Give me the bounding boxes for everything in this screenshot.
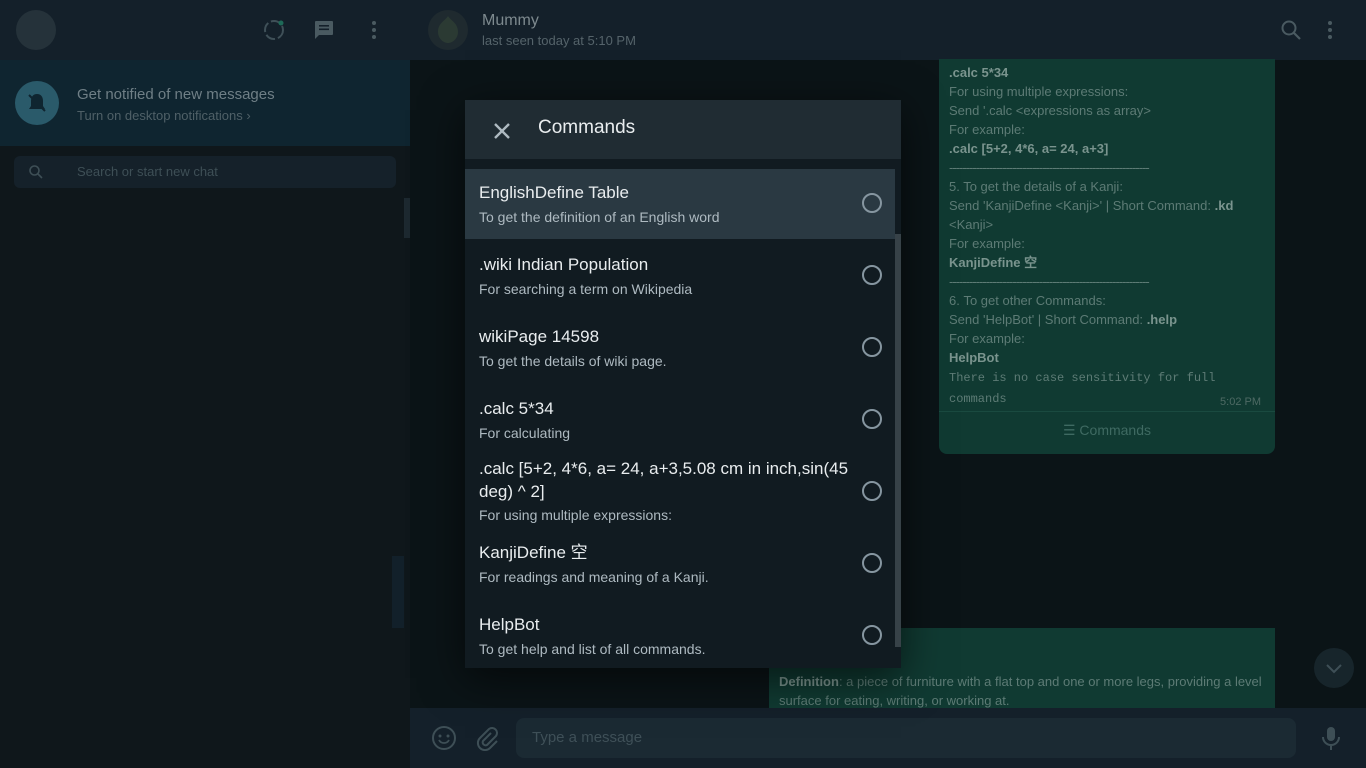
contact-status: last seen today at 5:10 PM [482, 33, 636, 48]
search-input[interactable]: Search or start new chat [14, 156, 396, 188]
command-radio[interactable] [862, 481, 882, 501]
my-avatar[interactable] [16, 10, 56, 50]
message-placeholder: Type a message [532, 729, 643, 746]
scroll-down-button[interactable] [1314, 648, 1354, 688]
command-description: For using multiple expressions: [479, 507, 672, 523]
message-time: 5:02 PM [1220, 396, 1261, 408]
message-input[interactable]: Type a message [516, 718, 1296, 758]
command-title: KanjiDefine 空 [479, 543, 588, 562]
command-title: .calc 5*34 [479, 399, 554, 418]
commands-button[interactable]: ☰ Commands [939, 421, 1275, 440]
search-icon [29, 165, 43, 179]
command-radio[interactable] [862, 625, 882, 645]
bell-off-icon [15, 81, 59, 125]
divider [939, 411, 1275, 412]
emoji-icon[interactable] [431, 725, 457, 751]
notification-link[interactable]: Turn on desktop notifications › [77, 108, 251, 123]
search-placeholder: Search or start new chat [77, 164, 218, 179]
new-chat-icon[interactable] [312, 18, 336, 42]
command-item[interactable]: .wiki Indian Population For searching a … [465, 241, 895, 311]
definition-label: Definition [779, 674, 839, 689]
command-item[interactable]: EnglishDefine Table To get the definitio… [465, 169, 895, 239]
command-item[interactable]: .calc 5*34 For calculating [465, 385, 895, 455]
notification-banner[interactable]: Get notified of new messages Turn on des… [0, 60, 410, 146]
command-title: .calc [5+2, 4*6, a= 24, a+3,5.08 cm in i… [479, 459, 849, 501]
message-text: .calc 5*34 For using multiple expression… [949, 65, 1234, 406]
notification-title: Get notified of new messages [77, 86, 275, 103]
search-icon[interactable] [1280, 19, 1302, 41]
chat-list-sidebar: Get notified of new messages Turn on des… [0, 0, 410, 768]
chevron-down-icon [1326, 664, 1342, 674]
command-item[interactable]: HelpBot To get help and list of all comm… [465, 601, 895, 671]
sidebar-scrollbar-track [392, 556, 404, 628]
command-title: .wiki Indian Population [479, 255, 649, 274]
command-title: HelpBot [479, 615, 540, 634]
dialog-title: Commands [538, 117, 636, 138]
commands-dialog: Commands EnglishDefine Table To get the … [465, 100, 901, 668]
command-item[interactable]: wikiPage 14598 To get the details of wik… [465, 313, 895, 383]
message-bubble-outgoing: .calc 5*34 For using multiple expression… [939, 59, 1275, 454]
command-description: For readings and meaning of a Kanji. [479, 569, 709, 585]
command-radio[interactable] [862, 337, 882, 357]
dialog-scrollbar[interactable] [895, 234, 901, 647]
contact-avatar[interactable] [428, 10, 468, 50]
composer-bar: Type a message [410, 708, 1366, 768]
command-description: To get help and list of all commands. [479, 641, 706, 657]
menu-icon[interactable] [1320, 18, 1340, 42]
command-radio[interactable] [862, 553, 882, 573]
command-description: To get the definition of an English word [479, 209, 720, 225]
contact-name[interactable]: Mummy [482, 12, 539, 30]
command-radio[interactable] [862, 193, 882, 213]
command-description: For searching a term on Wikipedia [479, 281, 693, 297]
command-title: EnglishDefine Table [479, 183, 629, 202]
menu-icon[interactable] [362, 18, 386, 42]
command-radio[interactable] [862, 409, 882, 429]
dialog-header: Commands [465, 100, 901, 159]
command-description: To get the details of wiki page. [479, 353, 667, 369]
command-title: wikiPage 14598 [479, 327, 600, 346]
command-radio[interactable] [862, 265, 882, 285]
commands-list: EnglishDefine Table To get the definitio… [465, 169, 895, 668]
search-bar: Search or start new chat [0, 146, 410, 196]
close-icon[interactable] [489, 118, 515, 144]
command-description: For calculating [479, 425, 571, 441]
definition-text: : a piece of furniture with a flat top a… [779, 674, 1262, 708]
conversation-header: Mummy last seen today at 5:10 PM [410, 0, 1366, 60]
command-item[interactable]: KanjiDefine 空 For readings and meaning o… [465, 529, 895, 599]
attach-icon[interactable] [473, 725, 499, 751]
status-icon[interactable] [262, 18, 286, 42]
sidebar-header [0, 0, 410, 60]
microphone-icon[interactable] [1320, 725, 1342, 751]
